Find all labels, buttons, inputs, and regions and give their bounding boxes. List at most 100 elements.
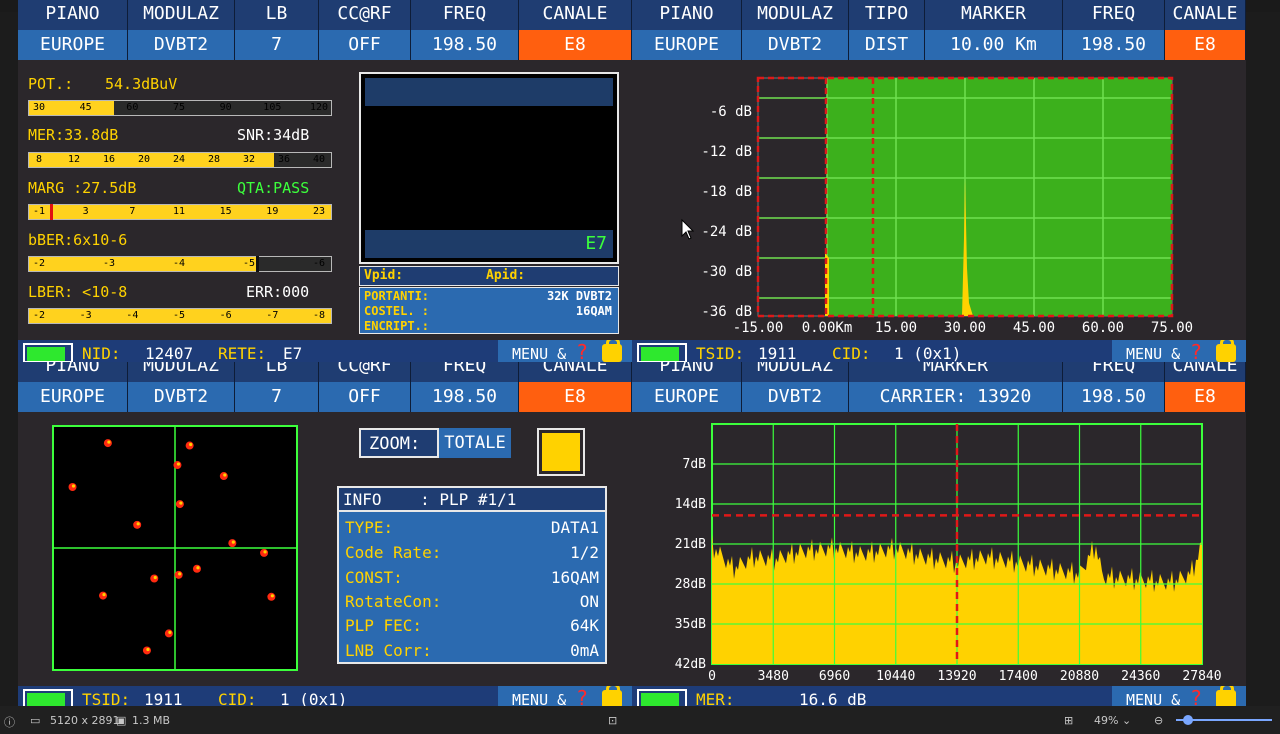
constellation-point-core: [146, 647, 150, 652]
lock-icon[interactable]: [1216, 340, 1236, 362]
x-tick-label: 17400: [999, 669, 1038, 684]
bar-tick: 120: [309, 102, 329, 113]
bar-tick: 90: [219, 102, 232, 113]
hdr-canale[interactable]: CANALE E8: [519, 0, 632, 60]
rotatecon-value: ON: [579, 592, 599, 611]
hdr-piano[interactable]: PIANO EUROPE: [18, 362, 128, 412]
hdr-modulaz[interactable]: MODULAZ DVBT2: [742, 0, 849, 60]
zoom-label: ZOOM:: [369, 434, 421, 454]
mer-value: 16.6 dB: [799, 690, 867, 707]
hdr-modulaz[interactable]: MODULAZ DVBT2: [128, 0, 235, 60]
zoom-out-icon[interactable]: ⊖: [1154, 714, 1163, 727]
snr-readout: SNR:34dB: [237, 126, 310, 144]
bar-tick: -2: [32, 310, 46, 321]
plp-fec-value: 64K: [570, 616, 599, 635]
hdr-tipo[interactable]: TIPO DIST: [849, 0, 925, 60]
constellation-point-core: [223, 473, 227, 477]
nid-value: 12407: [145, 344, 194, 363]
mer-carrier-chart[interactable]: 7dB 14dB 21dB 28dB 35dB 42dB0 3480 6960 10440 139…: [632, 420, 1246, 686]
lock-icon[interactable]: [602, 686, 622, 706]
portanti-value: 32K DVBT2: [546, 289, 612, 303]
code-rate-label: Code Rate:: [345, 543, 442, 562]
x-tick-label: 30.00: [944, 320, 986, 336]
color-swatch: [537, 428, 585, 476]
zoom-percent[interactable]: 49% ⌄: [1094, 714, 1131, 727]
bar-tick: 75: [172, 102, 186, 113]
mer-carrier-panel: PIANO EUROPE MODULAZ DVBT2 MARKER CARRIER: …: [632, 362, 1246, 706]
y-tick-label: 35dB: [675, 617, 706, 632]
analyzer-screen: PIANO EUROPE MODULAZ DVBT2 LB 7 CC@RF OFF FR…: [18, 0, 1246, 706]
hdr-modulaz[interactable]: MODULAZ DVBT2: [742, 362, 849, 412]
constellation-chart[interactable]: [52, 425, 298, 671]
bar-tick: 3: [82, 206, 89, 217]
zoom-slider-handle[interactable]: [1183, 715, 1193, 725]
bar-tick: 30: [32, 102, 46, 113]
hdr-freq[interactable]: FREQ 198.50: [1063, 362, 1165, 412]
bar-tick: 40: [312, 154, 326, 165]
constellation-point-core: [189, 442, 193, 447]
help-icon[interactable]: ?: [1190, 686, 1202, 706]
actual-size-icon[interactable]: ⊞: [1064, 714, 1073, 727]
mer-readout: MER:33.8dB: [28, 126, 119, 144]
costel-value: 16QAM: [575, 304, 612, 318]
x-tick-label: 3480: [758, 669, 789, 684]
hdr-freq[interactable]: FREQ 198.50: [1063, 0, 1165, 60]
mer-label: MER:: [696, 690, 735, 707]
bber-readout: bBER:6x10-6: [28, 231, 128, 249]
bar-tick: -6: [312, 258, 326, 269]
marg-bar: -1 3 7 11 15 19 23: [28, 204, 332, 220]
err-readout: ERR:000: [246, 283, 310, 301]
save-icon: ▣: [116, 714, 127, 727]
menu-button[interactable]: MENU &?: [1112, 686, 1246, 706]
bar-tick: -3: [79, 310, 92, 321]
lock-icon[interactable]: [1216, 686, 1236, 706]
lnb-corr-value: 0mA: [570, 641, 599, 660]
mouse-cursor-icon: [681, 218, 695, 240]
bar-fill: [29, 153, 274, 167]
bar-tick: -5: [242, 258, 256, 269]
hdr-freq[interactable]: FREQ 198.50: [411, 362, 519, 412]
lber-bar: -2 -3 -4 -5 -6 -7 -8: [28, 308, 332, 324]
hdr-modulaz[interactable]: MODULAZ DVBT2: [128, 362, 235, 412]
x-tick-label: 6960: [819, 669, 850, 684]
hdr-freq[interactable]: FREQ 198.50: [411, 0, 519, 60]
hdr-ccrf[interactable]: CC@RF OFF: [319, 362, 411, 412]
x-tick-label: 13920: [937, 669, 976, 684]
video-preview[interactable]: E7: [359, 72, 619, 264]
help-icon[interactable]: ?: [576, 340, 588, 362]
hdr-piano[interactable]: PIANO EUROPE: [632, 0, 742, 60]
info-icon[interactable]: ⓘ: [4, 714, 15, 730]
hdr-piano[interactable]: PIANO EUROPE: [632, 362, 742, 412]
hdr-ccrf[interactable]: CC@RF OFF: [319, 0, 411, 60]
menu-button[interactable]: MENU &?: [498, 686, 632, 706]
echo-chart[interactable]: -6 dB -12 dB -18 dB -24 dB -30 dB -36 dB-15.0…: [632, 60, 1246, 340]
hdr-canale[interactable]: CANALE E8: [1165, 0, 1246, 60]
measures-panel: PIANO EUROPE MODULAZ DVBT2 LB 7 CC@RF OFF FR…: [18, 0, 632, 362]
echo-header: PIANO EUROPE MODULAZ DVBT2 TIPO DIST MARKER…: [632, 0, 1246, 60]
x-tick-label: 75.00: [1151, 320, 1193, 336]
y-tick-label: 28dB: [675, 577, 706, 592]
type-value: DATA1: [550, 518, 599, 537]
hdr-lb[interactable]: LB 7: [235, 362, 319, 412]
hdr-piano[interactable]: PIANO EUROPE: [18, 0, 128, 60]
zoom-value[interactable]: TOTALE: [437, 428, 511, 458]
y-tick-label: -30 dB: [701, 264, 752, 280]
menu-button[interactable]: MENU &?: [1112, 340, 1246, 362]
menu-button[interactable]: MENU &?: [498, 340, 632, 362]
hdr-lb[interactable]: LB 7: [235, 0, 319, 60]
lock-icon[interactable]: [602, 340, 622, 362]
tsid-value: 1911: [758, 344, 797, 363]
y-tick-label: -6 dB: [710, 104, 752, 120]
help-icon[interactable]: ?: [1190, 340, 1202, 362]
constellation-point-core: [153, 575, 157, 580]
rete-label: RETE:: [218, 344, 267, 363]
hdr-canale[interactable]: CANALE E8: [519, 362, 632, 412]
bar-tick: 32: [242, 154, 256, 165]
hdr-canale[interactable]: CANALE E8: [1165, 362, 1246, 412]
zoom-control[interactable]: ZOOM: TOTALE: [359, 428, 511, 458]
hdr-marker[interactable]: MARKER 10.00 Km: [925, 0, 1063, 60]
hdr-marker[interactable]: MARKER CARRIER: 13920: [849, 362, 1063, 412]
help-icon[interactable]: ?: [576, 686, 588, 706]
dimensions-icon: ▭: [30, 714, 41, 727]
fit-icon[interactable]: ⊡: [608, 714, 617, 727]
